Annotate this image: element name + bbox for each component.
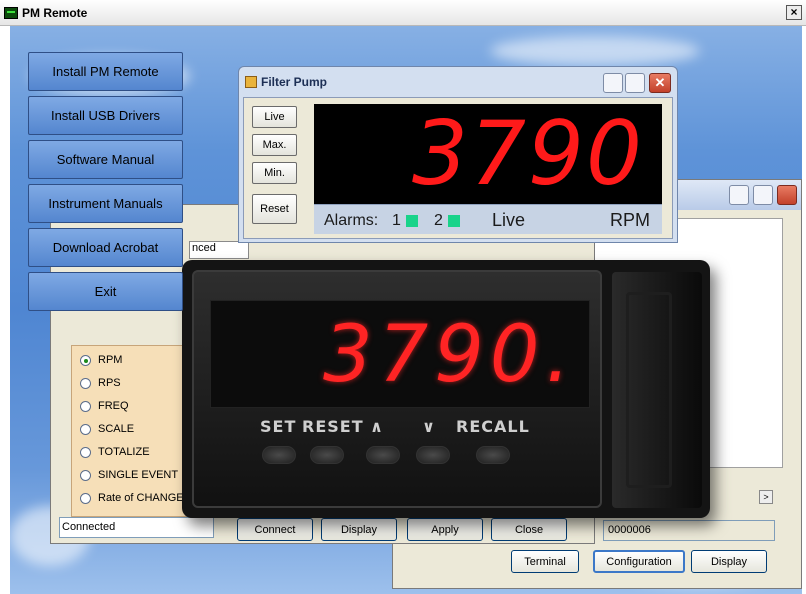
connect-button[interactable]: Connect [237,518,313,541]
radio-indicator [80,423,91,435]
radio-indicator [80,446,91,458]
radio-scale[interactable]: SCALE [80,423,134,435]
rpm-display: 3790 [314,104,662,204]
radio-rps[interactable]: RPS [80,377,121,389]
meter-key-label-set: SET [260,417,297,436]
apply-button[interactable]: Apply [407,518,483,541]
radio-rpm[interactable]: RPM [80,354,122,366]
display-button[interactable]: Display [321,518,397,541]
meter-side-housing [612,272,702,508]
alarm-2-indicator [448,215,460,227]
reset-button[interactable]: Reset [252,194,297,224]
exit-button[interactable]: Exit [28,272,183,311]
radio-rate-of-change[interactable]: Rate of CHANGE [80,492,184,504]
app-icon [4,7,18,19]
software-manual-button[interactable]: Software Manual [28,140,183,179]
meter-key-label-reset: RESET [302,417,364,436]
panel-meter-photo: 3790. SET RESET ∧ ∨ RECALL [182,260,710,518]
alarm-2-label: 2 [434,212,443,229]
meter-key [416,446,450,464]
status-strip: Alarms: 1 2 Live RPM [314,204,662,234]
rpm-value: 3790 [412,102,644,205]
meter-key [366,446,400,464]
radio-indicator [80,492,91,504]
mode-label: Live [492,210,526,230]
meter-value: 3790. [323,310,577,400]
radio-single-event[interactable]: SINGLE EVENT [80,469,178,481]
meter-bezel: 3790. SET RESET ∧ ∨ RECALL [192,270,602,508]
window-title: PM Remote [22,6,88,20]
counter-field: 0000006 [603,520,775,541]
radio-indicator [80,354,91,366]
minimize-button[interactable] [603,73,623,93]
meter-key-label-up: ∧ [370,417,384,436]
meter-key [262,446,296,464]
meter-display: 3790. [210,300,590,408]
minimize-button[interactable] [729,185,749,205]
radio-freq[interactable]: FREQ [80,400,129,412]
max-button[interactable]: Max. [252,134,297,156]
filter-pump-body: Live Max. Min. Reset 3790 Alarms: 1 2 Li… [243,97,673,239]
mode-options-frame: RPM RPS FREQ SCALE TOTALIZE SINGLE EVENT… [71,345,195,517]
radio-totalize[interactable]: TOTALIZE [80,446,150,458]
live-button[interactable]: Live [252,106,297,128]
window-icon [245,76,257,88]
meter-key [476,446,510,464]
unit-label: RPM [610,210,650,230]
radio-indicator [80,469,91,481]
desktop-background: > 0000006 Terminal Configuration Display… [10,26,802,594]
instrument-manuals-button[interactable]: Instrument Manuals [28,184,183,223]
tab-advanced[interactable]: nced [189,241,249,259]
main-title-bar: PM Remote × [0,0,806,26]
scroll-right-arrow-icon[interactable]: > [759,490,773,504]
close-window-button[interactable]: × [786,5,802,20]
close-button[interactable]: Close [491,518,567,541]
display-button[interactable]: Display [691,550,767,573]
maximize-button[interactable] [625,73,645,93]
meter-key [310,446,344,464]
min-button[interactable]: Min. [252,162,297,184]
configuration-button[interactable]: Configuration [593,550,685,573]
cloud [490,36,700,66]
install-usb-drivers-button[interactable]: Install USB Drivers [28,96,183,135]
filter-pump-window: Filter Pump ✕ Live Max. Min. Reset 3790 … [238,66,678,243]
close-button[interactable]: ✕ [649,73,671,93]
meter-key-label-down: ∨ [422,417,436,436]
terminal-button[interactable]: Terminal [511,550,579,573]
maximize-button[interactable] [753,185,773,205]
alarm-1-label: 1 [392,212,401,229]
alarms-label: Alarms: [324,212,379,229]
install-pm-remote-button[interactable]: Install PM Remote [28,52,183,91]
filter-pump-title: Filter Pump [261,75,328,89]
download-acrobat-button[interactable]: Download Acrobat [28,228,183,267]
connection-status-field: Connected [59,517,214,538]
alarm-1-indicator [406,215,418,227]
radio-indicator [80,400,91,412]
meter-key-label-recall: RECALL [456,417,530,436]
close-button[interactable] [777,185,797,205]
radio-indicator [80,377,91,389]
